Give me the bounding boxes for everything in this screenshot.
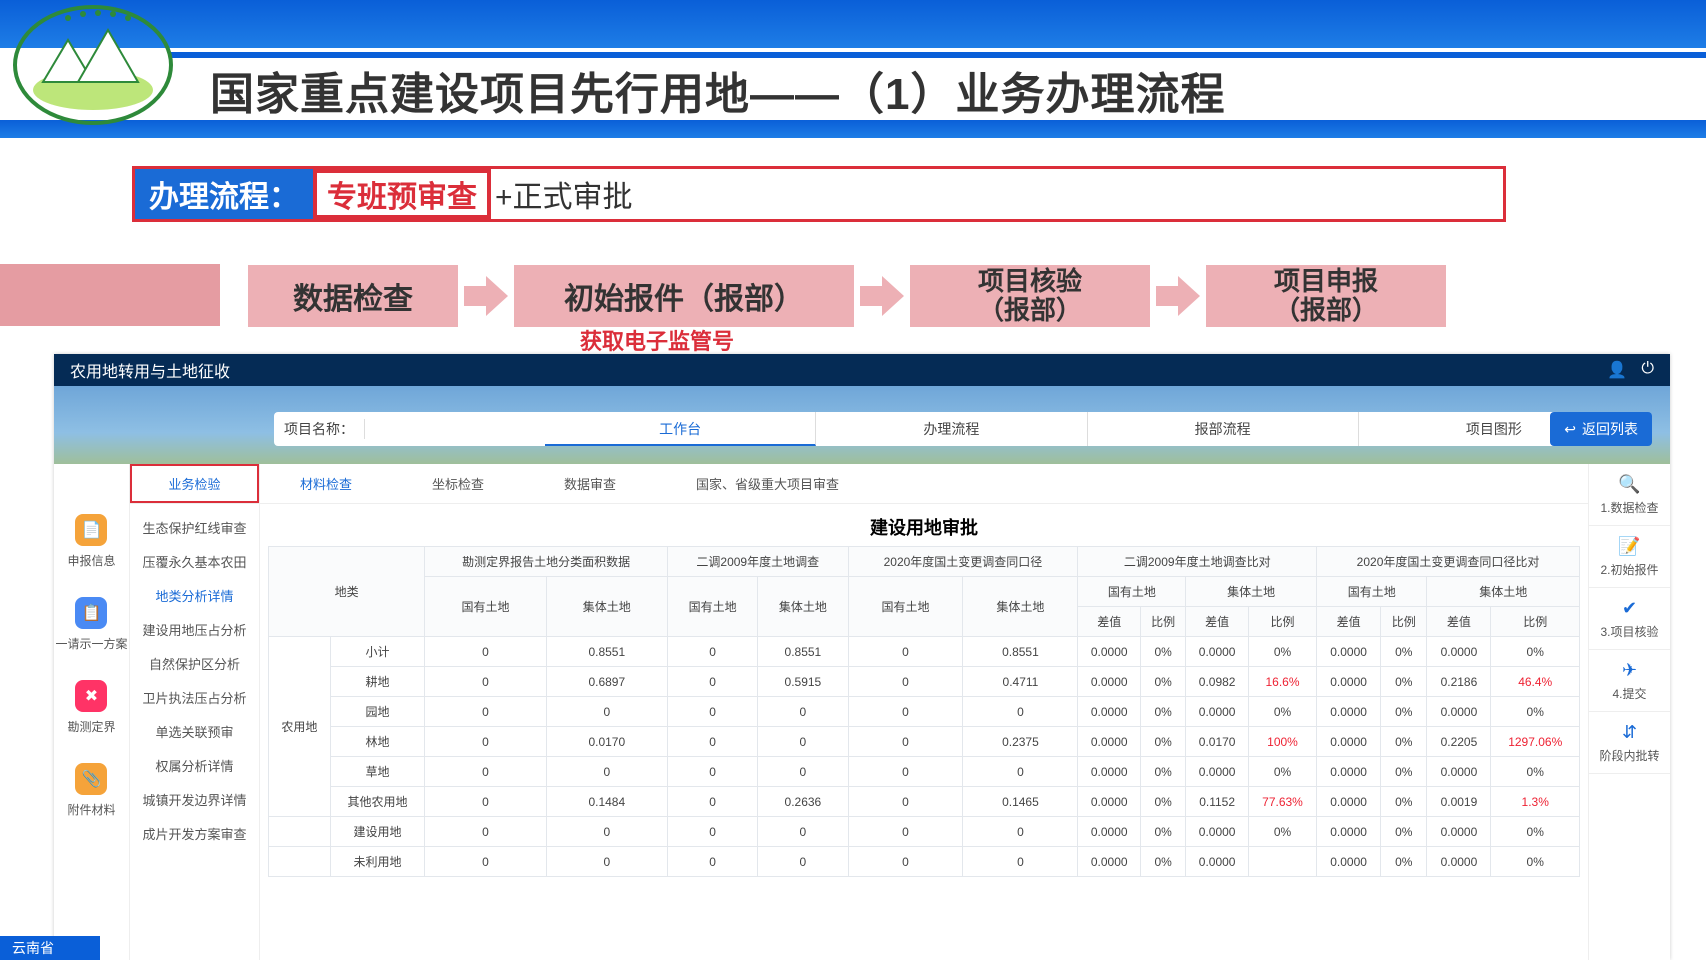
- rail1-icon: 📎: [75, 763, 107, 795]
- action-icon: ✈: [1622, 660, 1637, 681]
- action-icon: ⇵: [1622, 722, 1637, 743]
- right-rail: 🔍 1.数据检查 📝 2.初始报件 ✔ 3.项目核验 ✈ 4.提交 ⇵ 阶段内批转: [1588, 464, 1670, 960]
- step-2: 初始报件（报部）: [514, 265, 854, 327]
- menu-item-5[interactable]: 卫片执法压占分析: [130, 680, 259, 714]
- header-controls: 👤 ⏻: [1607, 360, 1654, 380]
- action-4[interactable]: ⇵ 阶段内批转: [1589, 712, 1670, 774]
- rail1-label: 一请示一方案: [55, 635, 127, 652]
- app-header: 农用地转用与土地征收 👤 ⏻: [54, 354, 1670, 386]
- nav-tabs: 工作台办理流程报部流程项目图形: [545, 412, 1630, 446]
- app-window: 农用地转用与土地征收 👤 ⏻ 项目名称： 工作台办理流程报部流程项目图形 ↩ 返…: [54, 354, 1670, 960]
- action-label: 阶段内批转: [1599, 747, 1659, 764]
- rail1-item-3[interactable]: 📎 附件材料: [67, 763, 115, 818]
- return-label: 返回列表: [1582, 419, 1638, 439]
- table-title: 建设用地审批: [260, 504, 1588, 546]
- arrow-icon: [1156, 276, 1200, 316]
- banner-bottombar: [0, 120, 1706, 138]
- nav-tab-1[interactable]: 办理流程: [816, 412, 1087, 446]
- action-label: 1.数据检查: [1600, 499, 1658, 516]
- content-tabs: 材料检查坐标检查数据审查国家、省级重大项目审查: [260, 464, 1588, 504]
- rail1-icon: 📄: [75, 514, 107, 546]
- data-table: 地类勘测定界报告土地分类面积数据二调2009年度土地调查2020年度国土变更调查…: [268, 546, 1580, 877]
- rail1-label: 附件材料: [67, 801, 115, 818]
- step-1: 数据检查: [248, 265, 458, 327]
- flow-rest: +正式审批: [495, 172, 633, 216]
- rail1-item-2[interactable]: ✖ 勘测定界: [67, 680, 115, 735]
- rail1-label: 申报信息: [67, 552, 115, 569]
- arrow-icon: [860, 276, 904, 316]
- rail1-icon: 📋: [75, 597, 107, 629]
- nav-bar: 项目名称： 工作台办理流程报部流程项目图形: [274, 412, 1630, 446]
- menu-item-2[interactable]: 地类分析详情: [130, 578, 259, 612]
- rail1-icon: ✖: [75, 680, 107, 712]
- app-title: 农用地转用与土地征收: [70, 358, 230, 382]
- steps-row: 数据检查 初始报件（报部） 项目核验 （报部） 项目申报 （报部）: [0, 256, 1706, 336]
- footer: 云南省: [0, 936, 100, 960]
- action-icon: 🔍: [1618, 474, 1640, 495]
- step-4: 项目申报 （报部）: [1206, 265, 1446, 327]
- rail1-label: 勘测定界: [67, 718, 115, 735]
- return-button[interactable]: ↩ 返回列表: [1550, 412, 1652, 446]
- step-3b: （报部）: [978, 296, 1082, 325]
- main-panel: 材料检查坐标检查数据审查国家、省级重大项目审查 建设用地审批 地类勘测定界报告土…: [260, 464, 1588, 960]
- content-tab-2[interactable]: 数据审查: [524, 464, 656, 503]
- menu-tab-active[interactable]: 业务检验: [130, 464, 259, 503]
- nav-tab-0[interactable]: 工作台: [545, 412, 816, 446]
- action-3[interactable]: ✈ 4.提交: [1589, 650, 1670, 712]
- action-1[interactable]: 📝 2.初始报件: [1589, 526, 1670, 588]
- page-title: 国家重点建设项目先行用地——（1）业务办理流程: [210, 58, 1225, 122]
- table-scroll[interactable]: 地类勘测定界报告土地分类面积数据二调2009年度土地调查2020年度国土变更调查…: [260, 546, 1588, 960]
- content-tab-3[interactable]: 国家、省级重大项目审查: [656, 464, 879, 503]
- content-tab-0[interactable]: 材料检查: [260, 464, 392, 503]
- action-icon: ✔: [1622, 598, 1637, 619]
- menu-item-4[interactable]: 自然保护区分析: [130, 646, 259, 680]
- menu-item-7[interactable]: 权属分析详情: [130, 748, 259, 782]
- menu-item-9[interactable]: 成片开发方案审查: [130, 816, 259, 850]
- logo-icon: [8, 0, 178, 130]
- menu-item-0[interactable]: 生态保护红线审查: [130, 510, 259, 544]
- flow-content: 专班预审查 +正式审批: [313, 169, 1503, 219]
- banner-bar: [0, 0, 1706, 48]
- return-icon: ↩: [1564, 421, 1576, 438]
- left-rail: 📄 申报信息 📋 一请示一方案 ✖ 勘测定界 📎 附件材料: [54, 464, 130, 960]
- step-2-note: 获取电子监管号: [580, 324, 734, 356]
- step-3a: 项目核验: [978, 267, 1082, 296]
- menu-list: 生态保护红线审查压覆永久基本农田地类分析详情建设用地压占分析自然保护区分析卫片执…: [130, 504, 259, 856]
- app-body: 📄 申报信息 📋 一请示一方案 ✖ 勘测定界 📎 附件材料 业务检验 生态保护红线审查压覆永久…: [54, 464, 1670, 960]
- menu-item-1[interactable]: 压覆永久基本农田: [130, 544, 259, 578]
- side-menu: 业务检验 生态保护红线审查压覆永久基本农田地类分析详情建设用地压占分析自然保护区…: [130, 464, 260, 960]
- banner: 国家重点建设项目先行用地——（1）业务办理流程: [0, 0, 1706, 140]
- menu-item-8[interactable]: 城镇开发边界详情: [130, 782, 259, 816]
- action-0[interactable]: 🔍 1.数据检查: [1589, 464, 1670, 526]
- arrow-icon: [464, 276, 508, 316]
- menu-item-3[interactable]: 建设用地压占分析: [130, 612, 259, 646]
- flow-label: 办理流程：: [135, 169, 313, 219]
- content-tab-1[interactable]: 坐标检查: [392, 464, 524, 503]
- sky-area: 项目名称： 工作台办理流程报部流程项目图形 ↩ 返回列表: [54, 386, 1670, 464]
- rail1-item-1[interactable]: 📋 一请示一方案: [55, 597, 127, 652]
- power-icon[interactable]: ⏻: [1641, 360, 1654, 380]
- menu-item-6[interactable]: 单选关联预审: [130, 714, 259, 748]
- nav-tab-2[interactable]: 报部流程: [1088, 412, 1359, 446]
- step-3: 项目核验 （报部）: [910, 265, 1150, 327]
- action-2[interactable]: ✔ 3.项目核验: [1589, 588, 1670, 650]
- step-env-label: [0, 264, 220, 326]
- action-label: 2.初始报件: [1600, 561, 1658, 578]
- flow-bar: 办理流程： 专班预审查 +正式审批: [132, 166, 1506, 222]
- action-label: 4.提交: [1612, 685, 1646, 702]
- action-label: 3.项目核验: [1600, 623, 1658, 640]
- action-icon: 📝: [1618, 536, 1640, 557]
- flow-highlight: 专班预审查: [313, 169, 491, 219]
- step-4b: （报部）: [1274, 296, 1378, 325]
- rail1-item-0[interactable]: 📄 申报信息: [67, 514, 115, 569]
- step-4a: 项目申报: [1274, 267, 1378, 296]
- user-icon[interactable]: 👤: [1607, 360, 1627, 380]
- project-name-label: 项目名称：: [274, 419, 365, 439]
- menu-tabs: 业务检验: [130, 464, 259, 504]
